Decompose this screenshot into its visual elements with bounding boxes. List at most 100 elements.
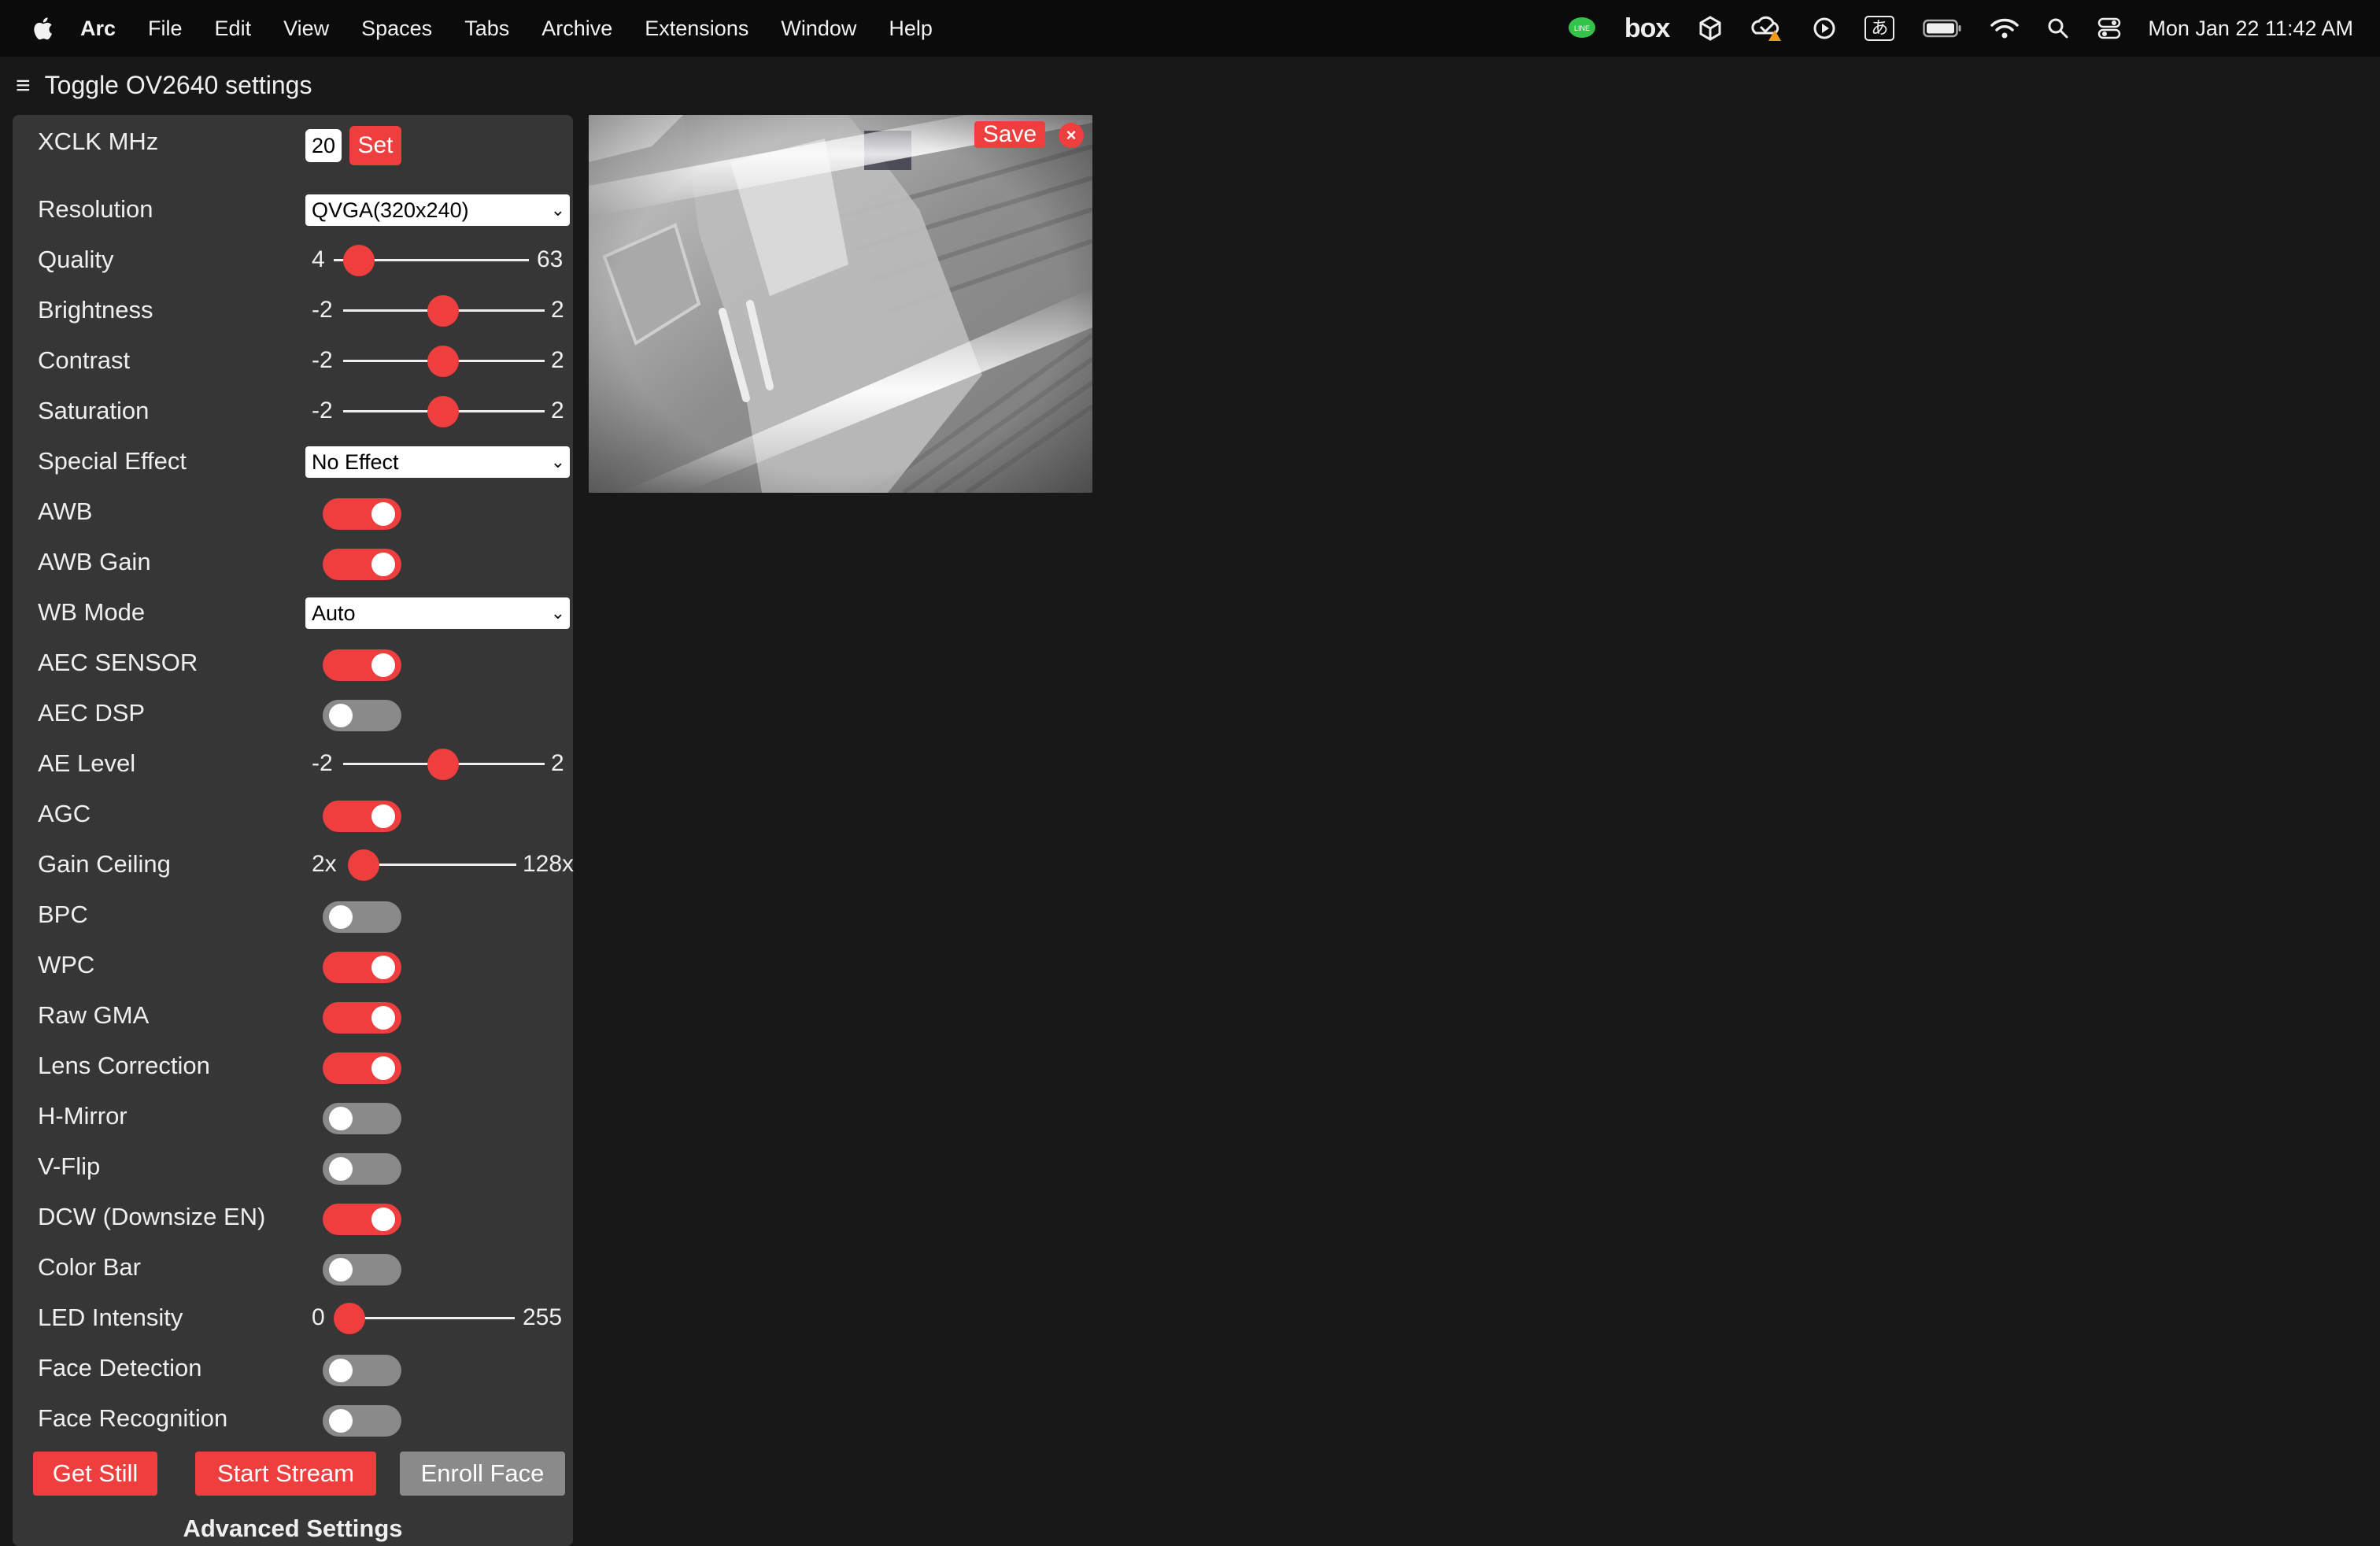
- xclk-label: XCLK MHz: [38, 128, 159, 155]
- led-intensity-slider-thumb[interactable]: [334, 1303, 365, 1334]
- quality-min: 4: [312, 246, 325, 272]
- apple-menu-icon[interactable]: [30, 15, 54, 42]
- h-mirror-toggle[interactable]: [323, 1103, 401, 1134]
- v-flip-row: V-Flip: [25, 1141, 568, 1192]
- dcw-toggle[interactable]: [323, 1204, 401, 1235]
- ae-level-row: AE Level -2 2: [25, 738, 568, 789]
- menu-app-name[interactable]: Arc: [80, 17, 116, 41]
- menu-spaces[interactable]: Spaces: [361, 17, 432, 41]
- toggle-knob: [329, 704, 353, 727]
- action-buttons: Get Still Start Stream Enroll Face: [25, 1452, 568, 1496]
- bpc-toggle[interactable]: [323, 901, 401, 933]
- input-method-icon[interactable]: あ: [1864, 16, 1895, 41]
- lens-correction-toggle[interactable]: [323, 1052, 401, 1084]
- hamburger-menu-icon[interactable]: ≡: [16, 71, 31, 100]
- gain-ceiling-label: Gain Ceiling: [38, 850, 171, 878]
- raw-gma-row: Raw GMA: [25, 990, 568, 1041]
- dcw-label: DCW (Downsize EN): [38, 1203, 266, 1230]
- get-still-button[interactable]: Get Still: [33, 1452, 157, 1496]
- led-intensity-max: 255: [523, 1304, 563, 1330]
- aec-dsp-row: AEC DSP: [25, 688, 568, 738]
- menu-view[interactable]: View: [283, 17, 329, 41]
- menu-window[interactable]: Window: [781, 17, 856, 41]
- menu-help[interactable]: Help: [889, 17, 933, 41]
- wifi-icon[interactable]: [1990, 17, 2020, 39]
- contrast-slider-thumb[interactable]: [427, 346, 459, 377]
- special-effect-row: Special Effect No Effect ⌄: [25, 436, 570, 486]
- settings-toggle-header[interactable]: ≡ Toggle OV2640 settings: [0, 57, 2380, 113]
- start-stream-button[interactable]: Start Stream: [195, 1452, 376, 1496]
- battery-icon[interactable]: [1923, 19, 1962, 38]
- color-bar-label: Color Bar: [38, 1253, 141, 1281]
- dcw-row: DCW (Downsize EN): [25, 1192, 568, 1242]
- face-recognition-row: Face Recognition: [25, 1393, 568, 1444]
- toggle-knob: [371, 1208, 395, 1231]
- face-recognition-label: Face Recognition: [38, 1404, 228, 1432]
- toggle-knob: [371, 1056, 395, 1080]
- contrast-label: Contrast: [38, 346, 131, 374]
- special-effect-value: No Effect: [312, 450, 399, 474]
- saturation-min: -2: [312, 398, 333, 423]
- awb-toggle[interactable]: [323, 498, 401, 530]
- awb-gain-toggle[interactable]: [323, 549, 401, 580]
- page-title[interactable]: Toggle OV2640 settings: [45, 71, 312, 100]
- xclk-input[interactable]: 20: [305, 129, 342, 162]
- camera-stream-image: [589, 115, 1092, 493]
- cloud-warning-icon[interactable]: [1751, 16, 1784, 41]
- wpc-toggle[interactable]: [323, 952, 401, 983]
- wb-mode-select[interactable]: Auto ⌄: [305, 597, 570, 629]
- v-flip-toggle[interactable]: [323, 1153, 401, 1185]
- enroll-face-button[interactable]: Enroll Face: [400, 1452, 565, 1496]
- menu-tabs[interactable]: Tabs: [464, 17, 509, 41]
- save-image-button[interactable]: Save: [974, 121, 1045, 148]
- unity-icon[interactable]: [1698, 16, 1723, 41]
- awb-gain-label: AWB Gain: [38, 548, 151, 575]
- face-detection-toggle[interactable]: [323, 1355, 401, 1386]
- search-icon[interactable]: [2047, 17, 2069, 39]
- awb-label: AWB: [38, 497, 93, 525]
- chevron-down-icon: ⌄: [550, 452, 565, 472]
- agc-toggle[interactable]: [323, 801, 401, 832]
- toggle-knob: [329, 905, 353, 929]
- xclk-row: XCLK MHz 20 Set: [25, 115, 568, 165]
- awb-gain-row: AWB Gain: [25, 537, 568, 587]
- menu-extensions[interactable]: Extensions: [645, 17, 748, 41]
- color-bar-toggle[interactable]: [323, 1254, 401, 1285]
- menu-archive[interactable]: Archive: [541, 17, 612, 41]
- menubar-clock[interactable]: Mon Jan 22 11:42 AM: [2148, 17, 2353, 41]
- special-effect-select[interactable]: No Effect ⌄: [305, 446, 570, 478]
- wb-mode-label: WB Mode: [38, 598, 146, 626]
- quality-slider-thumb[interactable]: [343, 245, 375, 276]
- gain-ceiling-slider-thumb[interactable]: [348, 849, 379, 881]
- line-icon[interactable]: LINE: [1568, 17, 1596, 40]
- control-center-icon[interactable]: [2097, 17, 2121, 40]
- close-stream-icon[interactable]: ×: [1059, 123, 1084, 148]
- xclk-set-button[interactable]: Set: [349, 126, 401, 165]
- aec-sensor-toggle[interactable]: [323, 649, 401, 681]
- v-flip-label: V-Flip: [38, 1152, 101, 1180]
- aec-dsp-toggle[interactable]: [323, 700, 401, 731]
- play-icon[interactable]: [1813, 17, 1836, 40]
- saturation-slider-thumb[interactable]: [427, 396, 459, 427]
- face-recognition-toggle[interactable]: [323, 1405, 401, 1437]
- brightness-slider-thumb[interactable]: [427, 295, 459, 327]
- contrast-row: Contrast -2 2: [25, 335, 568, 386]
- resolution-select[interactable]: QVGA(320x240) ⌄: [305, 194, 570, 226]
- contrast-min: -2: [312, 347, 333, 373]
- toggle-knob: [329, 1107, 353, 1130]
- toggle-knob: [329, 1359, 353, 1382]
- menu-edit[interactable]: Edit: [215, 17, 252, 41]
- resolution-label: Resolution: [38, 195, 153, 223]
- toggle-knob: [371, 956, 395, 979]
- ae-level-label: AE Level: [38, 749, 136, 777]
- advanced-settings-heading[interactable]: Advanced Settings: [13, 1515, 573, 1543]
- color-bar-row: Color Bar: [25, 1242, 568, 1293]
- chevron-down-icon: ⌄: [550, 603, 565, 623]
- wpc-row: WPC: [25, 940, 568, 990]
- toggle-knob: [371, 553, 395, 576]
- toggle-knob: [371, 1006, 395, 1030]
- box-icon[interactable]: box: [1624, 13, 1670, 44]
- menu-file[interactable]: File: [148, 17, 183, 41]
- raw-gma-toggle[interactable]: [323, 1002, 401, 1034]
- ae-level-slider-thumb[interactable]: [427, 749, 459, 780]
